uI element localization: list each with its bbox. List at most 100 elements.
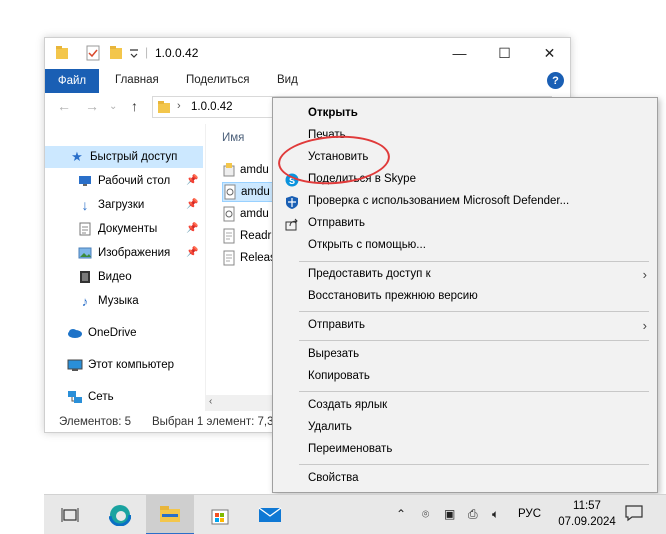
menu-item-label: Вырезать <box>308 348 360 360</box>
desktop-icon <box>77 173 93 189</box>
menu-item-label: Восстановить прежнюю версию <box>308 290 478 302</box>
file-item[interactable]: Releas <box>222 248 278 268</box>
up-icon[interactable]: ↑ <box>131 98 138 114</box>
file-item-selected[interactable]: amdu <box>222 182 278 202</box>
navigation-pane: ★ Быстрый доступ Рабочий стол 📌 ↓ Загруз… <box>45 124 203 410</box>
tab-share[interactable]: Поделиться <box>186 74 250 86</box>
menu-item-create-shortcut[interactable]: Создать ярлык <box>273 395 657 417</box>
menu-item-open[interactable]: Открыть <box>273 103 657 125</box>
nav-item-label: Этот компьютер <box>88 359 174 371</box>
new-folder-icon[interactable] <box>109 45 123 61</box>
pin-icon: 📌 <box>186 175 199 186</box>
scroll-left-icon[interactable]: ‹ <box>209 396 212 407</box>
menu-separator <box>299 311 649 312</box>
menu-separator <box>299 391 649 392</box>
text-file-icon <box>223 228 235 244</box>
battery-icon[interactable]: ▣ <box>444 507 455 521</box>
help-icon[interactable]: ? <box>547 72 564 89</box>
menu-item-copy[interactable]: Копировать <box>273 366 657 388</box>
nav-item-this-pc[interactable]: Этот компьютер <box>67 354 174 376</box>
file-name: Readr <box>240 230 272 242</box>
menu-item-label: Проверка с использованием Microsoft Defe… <box>308 195 570 207</box>
ribbon-tabs: Файл Главная Поделиться Вид ? <box>45 69 570 93</box>
nav-item-label: Документы <box>98 223 158 235</box>
menu-item-give-access[interactable]: Предоставить доступ к › <box>273 264 657 286</box>
horizontal-scrollbar[interactable]: ‹ <box>205 395 275 411</box>
menu-item-label: Отправить <box>308 319 366 331</box>
nav-item-quick-access[interactable]: ★ Быстрый доступ <box>45 146 203 168</box>
menu-item-send-to[interactable]: Отправить › <box>273 315 657 337</box>
edge-icon[interactable] <box>96 495 144 534</box>
nav-item-label: Загрузки <box>98 199 145 211</box>
tab-file[interactable]: Файл <box>45 69 99 93</box>
mail-icon[interactable] <box>246 495 294 534</box>
close-button[interactable]: ✕ <box>527 38 572 68</box>
clock-time: 11:57 <box>573 500 601 512</box>
file-item[interactable]: amdu <box>222 160 278 180</box>
taskbar: ⌃ ⌾ ▣ ⎙ 🔈︎ РУС 11:57 07.09.2024 <box>44 494 666 534</box>
network-tray-icon[interactable]: ⎙ <box>468 507 478 522</box>
menu-item-properties[interactable]: Свойства <box>273 468 657 490</box>
input-language[interactable]: РУС <box>518 508 541 520</box>
nav-item-desktop[interactable]: Рабочий стол <box>77 170 170 192</box>
pin-icon: 📌 <box>186 199 199 210</box>
show-hidden-icons-icon[interactable]: ⌃ <box>396 507 406 521</box>
address-path: 1.0.0.42 <box>191 101 233 113</box>
nav-item-onedrive[interactable]: OneDrive <box>67 322 137 344</box>
minimize-button[interactable]: — <box>437 38 482 68</box>
nav-item-label: Изображения <box>98 247 171 259</box>
nav-item-video[interactable]: Видео <box>77 266 132 288</box>
file-item[interactable]: Readr <box>222 226 278 246</box>
customize-qa-icon[interactable] <box>129 45 139 61</box>
nav-item-label: Музыка <box>98 295 139 307</box>
nav-item-label: Сеть <box>88 391 114 403</box>
menu-item-delete[interactable]: Удалить <box>273 417 657 439</box>
menu-item-label: Открыть с помощью... <box>308 239 426 251</box>
notification-icon[interactable] <box>624 503 644 526</box>
menu-item-share[interactable]: Отправить <box>273 213 657 235</box>
folder-icon <box>56 46 68 59</box>
title-bar: | 1.0.0.42 — ☐ ✕ <box>45 38 570 68</box>
menu-item-defender[interactable]: Проверка с использованием Microsoft Defe… <box>273 191 657 213</box>
menu-separator <box>299 261 649 262</box>
nav-item-network[interactable]: Сеть <box>67 386 114 408</box>
back-icon[interactable]: ← <box>57 98 71 114</box>
status-bar: Элементов: 5 Выбран 1 элемент: 7,3 <box>45 414 285 432</box>
volume-icon[interactable]: 🔈︎ <box>492 507 499 522</box>
forward-icon[interactable]: → <box>85 98 99 114</box>
nav-item-pictures[interactable]: Изображения <box>77 242 170 264</box>
menu-item-label: Предоставить доступ к <box>308 268 431 280</box>
window-title: 1.0.0.42 <box>155 46 199 60</box>
share-icon <box>284 216 300 232</box>
maximize-button[interactable]: ☐ <box>482 38 527 68</box>
tab-home[interactable]: Главная <box>115 74 159 86</box>
column-header-name[interactable]: Имя <box>222 132 244 144</box>
file-name: amdu <box>240 208 269 220</box>
folder-icon <box>158 101 170 113</box>
nav-item-downloads[interactable]: ↓ Загрузки <box>77 194 145 216</box>
menu-item-cut[interactable]: Вырезать <box>273 344 657 366</box>
file-explorer-icon[interactable] <box>146 495 194 534</box>
file-name: amdu <box>240 164 269 176</box>
menu-separator <box>299 340 649 341</box>
pin-icon: 📌 <box>186 223 199 234</box>
file-item[interactable]: amdu <box>222 204 278 224</box>
menu-item-restore-version[interactable]: Восстановить прежнюю версию <box>273 286 657 308</box>
menu-item-label: Удалить <box>308 421 352 433</box>
nav-item-documents[interactable]: Документы <box>77 218 157 240</box>
task-view-icon[interactable] <box>46 495 94 534</box>
menu-item-rename[interactable]: Переименовать <box>273 439 657 461</box>
recent-chevron-icon[interactable]: ⌄ <box>109 101 117 112</box>
properties-icon[interactable] <box>85 45 101 61</box>
video-icon <box>77 269 93 285</box>
nav-item-music[interactable]: ♪ Музыка <box>77 290 139 312</box>
meet-now-icon[interactable]: ⌾ <box>422 507 429 522</box>
status-item-count: Элементов: 5 <box>59 416 132 428</box>
menu-item-open-with[interactable]: Открыть с помощью... <box>273 235 657 257</box>
download-icon: ↓ <box>81 197 89 213</box>
tab-view[interactable]: Вид <box>277 74 298 86</box>
clock[interactable]: 11:57 07.09.2024 <box>552 498 622 530</box>
text-file-icon <box>223 250 235 266</box>
store-icon[interactable] <box>196 495 244 534</box>
menu-item-label: Переименовать <box>308 443 393 455</box>
